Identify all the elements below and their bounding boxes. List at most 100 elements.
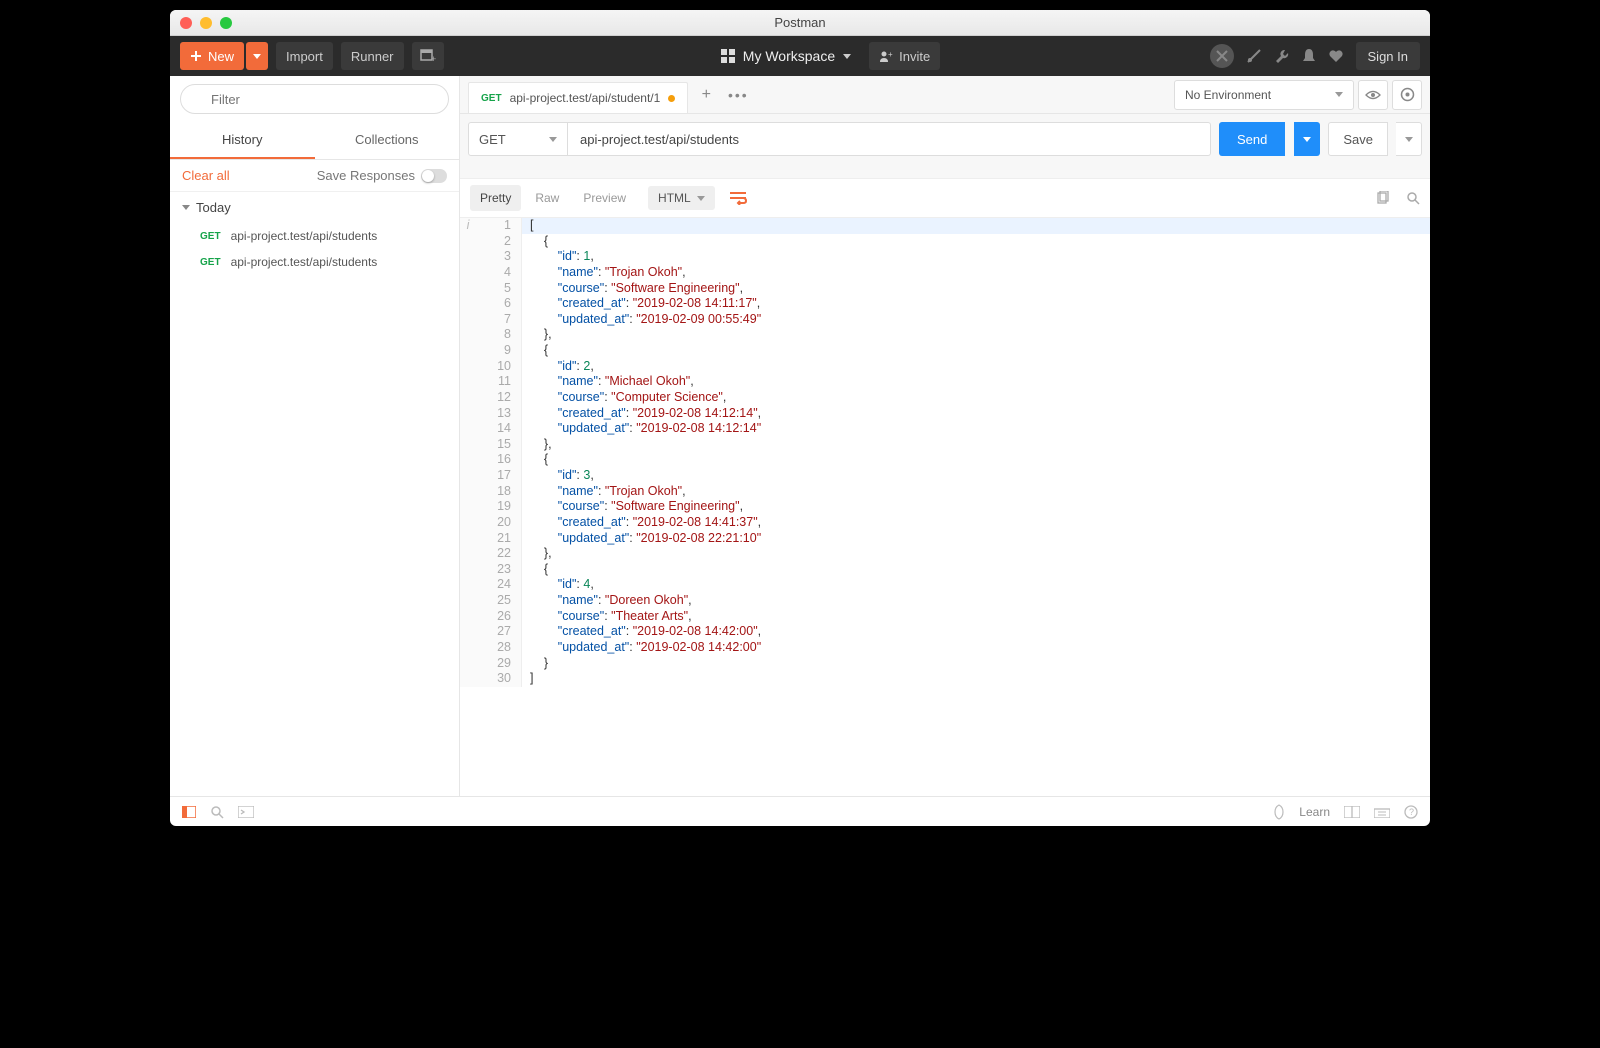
filter-input[interactable] [180, 84, 449, 114]
code-line: 21 "updated_at": "2019-02-08 22:21:10" [460, 531, 1430, 547]
window-minimize-icon[interactable] [200, 17, 212, 29]
tab-options-button[interactable]: ••• [724, 81, 752, 109]
send-dropdown-button[interactable] [1294, 122, 1320, 156]
runner-button[interactable]: Runner [341, 42, 404, 70]
code-line: 20 "created_at": "2019-02-08 14:41:37", [460, 515, 1430, 531]
code-line: 12 "course": "Computer Science", [460, 390, 1430, 406]
method-selector[interactable]: GET [468, 122, 568, 156]
response-body[interactable]: i1[2 {3 "id": 1,4 "name": "Trojan Okoh",… [460, 218, 1430, 796]
clear-all-link[interactable]: Clear all [182, 168, 230, 183]
eye-icon [1365, 90, 1381, 100]
window-plus-icon: + [420, 49, 436, 63]
wrench-icon[interactable] [1274, 48, 1290, 64]
import-button[interactable]: Import [276, 42, 333, 70]
new-tab-button[interactable]: + [692, 81, 720, 109]
code-line: 11 "name": "Michael Okoh", [460, 374, 1430, 390]
format-selector[interactable]: HTML [648, 186, 715, 210]
main-panel: GET api-project.test/api/student/1 + •••… [460, 76, 1430, 796]
learn-link[interactable]: Learn [1299, 805, 1330, 819]
svg-text:+: + [431, 54, 436, 63]
history-url: api-project.test/api/students [231, 229, 378, 243]
help-icon[interactable]: ? [1404, 805, 1418, 819]
request-tab[interactable]: GET api-project.test/api/student/1 [468, 82, 688, 113]
code-line: 18 "name": "Trojan Okoh", [460, 484, 1430, 500]
url-input[interactable] [568, 122, 1211, 156]
history-group-header[interactable]: Today [170, 192, 459, 223]
environment-quicklook-button[interactable] [1358, 80, 1388, 110]
code-line: 19 "course": "Software Engineering", [460, 499, 1430, 515]
code-line: i1[ [460, 218, 1430, 234]
history-url: api-project.test/api/students [231, 255, 378, 269]
code-line: 4 "name": "Trojan Okoh", [460, 265, 1430, 281]
tab-collections[interactable]: Collections [315, 122, 460, 159]
chevron-down-icon [1335, 92, 1343, 97]
code-line: 26 "course": "Theater Arts", [460, 609, 1430, 625]
window-maximize-icon[interactable] [220, 17, 232, 29]
workspace-label: My Workspace [743, 48, 835, 64]
method-badge: GET [200, 231, 221, 242]
code-line: 28 "updated_at": "2019-02-08 14:42:00" [460, 640, 1430, 656]
signin-button[interactable]: Sign In [1356, 42, 1420, 70]
chevron-down-icon [182, 205, 190, 210]
satellite-icon[interactable] [1246, 48, 1262, 64]
code-line: 8 }, [460, 327, 1430, 343]
bell-icon[interactable] [1302, 48, 1316, 64]
heart-icon[interactable] [1328, 49, 1344, 63]
copy-icon[interactable] [1376, 191, 1390, 205]
send-button[interactable]: Send [1219, 122, 1285, 156]
view-raw[interactable]: Raw [525, 185, 569, 211]
sync-off-icon[interactable] [1210, 44, 1234, 68]
chevron-down-icon [549, 137, 557, 142]
two-pane-icon[interactable] [1344, 806, 1360, 818]
settings-button[interactable] [1392, 80, 1422, 110]
search-response-icon[interactable] [1406, 191, 1420, 205]
window-title: Postman [170, 15, 1430, 30]
code-line: 13 "created_at": "2019-02-08 14:12:14", [460, 406, 1430, 422]
svg-text:+: + [888, 50, 893, 59]
save-dropdown-button[interactable] [1396, 122, 1422, 156]
person-plus-icon: + [879, 50, 893, 62]
app-window: Postman New Import Runner + My Workspace… [170, 10, 1430, 826]
new-button-label: New [208, 49, 234, 64]
wrap-lines-icon[interactable] [729, 191, 747, 205]
code-line: 6 "created_at": "2019-02-08 14:11:17", [460, 296, 1430, 312]
environment-selector[interactable]: No Environment [1174, 80, 1354, 110]
window-close-icon[interactable] [180, 17, 192, 29]
save-responses-label: Save Responses [317, 168, 415, 183]
view-pretty[interactable]: Pretty [470, 185, 521, 211]
sidebar-toggle-icon[interactable] [182, 806, 196, 818]
history-item[interactable]: GET api-project.test/api/students [170, 223, 459, 249]
unsaved-indicator-icon [668, 95, 675, 102]
code-line: 30] [460, 671, 1430, 687]
plus-icon [190, 50, 202, 62]
view-preview[interactable]: Preview [573, 185, 636, 211]
save-button[interactable]: Save [1328, 122, 1388, 156]
grid-icon [721, 49, 735, 63]
bootcamp-icon[interactable] [1273, 804, 1285, 820]
console-icon[interactable] [238, 806, 254, 818]
save-responses-toggle[interactable] [421, 169, 447, 183]
history-item[interactable]: GET api-project.test/api/students [170, 249, 459, 275]
chevron-down-icon [1303, 137, 1311, 142]
new-window-button[interactable]: + [412, 42, 444, 70]
code-line: 29 } [460, 656, 1430, 672]
code-line: 7 "updated_at": "2019-02-09 00:55:49" [460, 312, 1430, 328]
chevron-down-icon [843, 54, 851, 59]
new-dropdown-button[interactable] [246, 42, 268, 70]
svg-text:?: ? [1409, 807, 1414, 817]
find-icon[interactable] [210, 805, 224, 819]
chevron-down-icon [253, 54, 261, 59]
invite-button[interactable]: + Invite [869, 42, 940, 70]
new-button[interactable]: New [180, 42, 244, 70]
workspace-selector[interactable]: My Workspace [713, 44, 859, 68]
keyboard-shortcuts-icon[interactable] [1374, 806, 1390, 818]
method-badge: GET [200, 257, 221, 268]
code-line: 23 { [460, 562, 1430, 578]
code-line: 14 "updated_at": "2019-02-08 14:12:14" [460, 421, 1430, 437]
code-line: 2 { [460, 234, 1430, 250]
code-line: 25 "name": "Doreen Okoh", [460, 593, 1430, 609]
code-line: 22 }, [460, 546, 1430, 562]
statusbar: Learn ? [170, 796, 1430, 826]
tab-history[interactable]: History [170, 122, 315, 159]
main-toolbar: New Import Runner + My Workspace + Invit… [170, 36, 1430, 76]
